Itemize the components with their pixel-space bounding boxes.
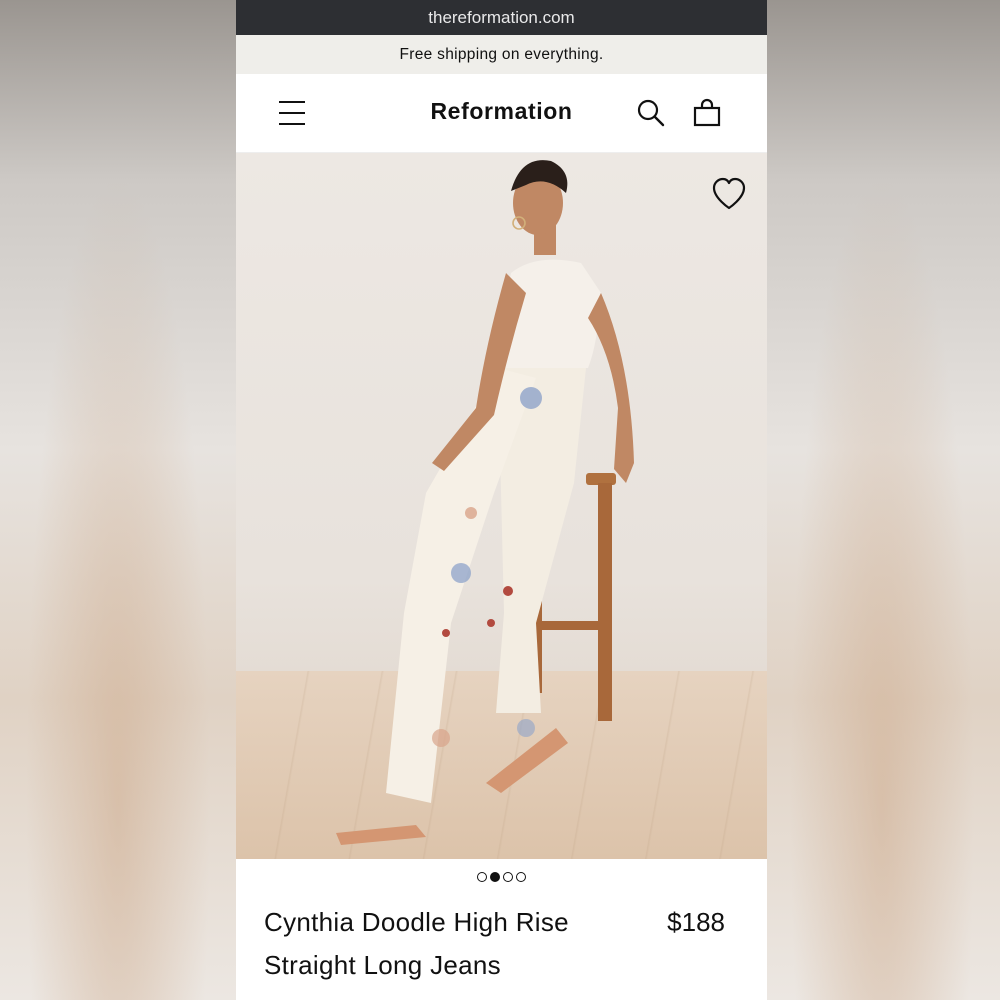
heart-icon [712, 177, 746, 210]
search-button[interactable] [636, 98, 666, 128]
product-image[interactable] [236, 153, 767, 859]
carousel-dot[interactable] [477, 872, 487, 882]
blurred-backdrop-left [0, 0, 236, 1000]
promo-banner: Free shipping on everything. [236, 35, 767, 74]
wishlist-button[interactable] [711, 177, 747, 211]
product-price: $188 [667, 907, 725, 937]
product-title: Cynthia Doodle High Rise Straight Long J… [264, 907, 569, 980]
site-header: Reformation [236, 74, 767, 153]
url-text[interactable]: thereformation.com [428, 8, 574, 28]
shopping-bag-icon [693, 98, 721, 127]
carousel-dot-active[interactable] [490, 872, 500, 882]
search-icon [637, 99, 665, 127]
phone-screen: thereformation.com Free shipping on ever… [236, 0, 767, 1000]
brand-logo[interactable]: Reformation [236, 98, 767, 125]
carousel-dot[interactable] [516, 872, 526, 882]
carousel-dot[interactable] [503, 872, 513, 882]
cart-button[interactable] [692, 98, 722, 128]
carousel-indicators [236, 859, 767, 895]
promo-text: Free shipping on everything. [399, 45, 604, 63]
model-illustration [336, 160, 634, 845]
blurred-backdrop-right [764, 0, 1000, 1000]
browser-url-bar[interactable]: thereformation.com [236, 0, 767, 35]
